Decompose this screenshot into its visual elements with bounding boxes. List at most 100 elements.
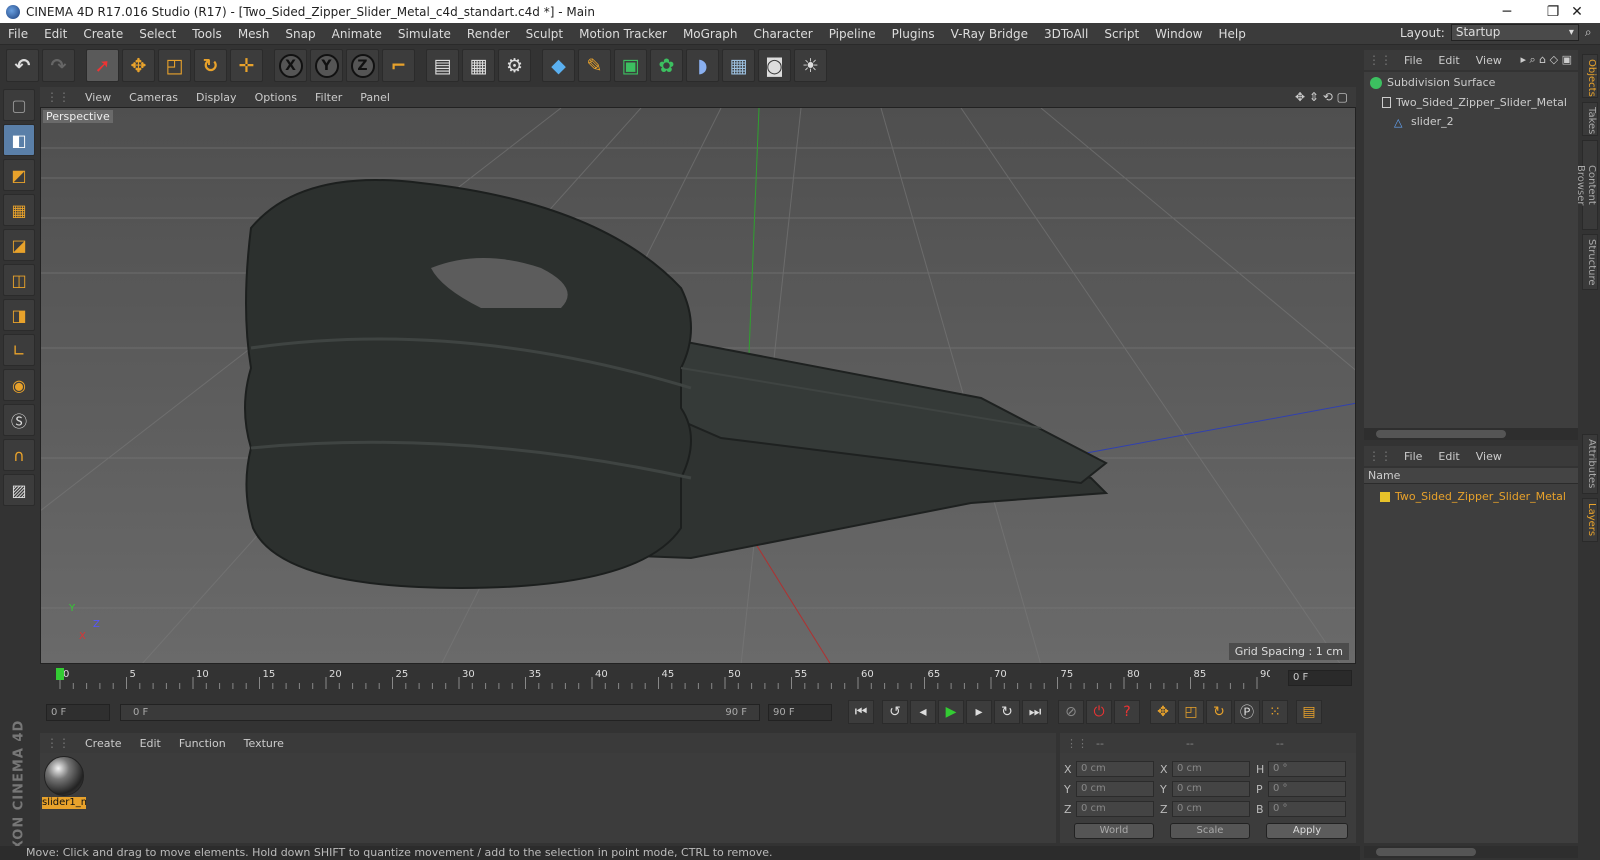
key-pla-icon[interactable]: ⁙ <box>1262 700 1288 724</box>
menu-file[interactable]: File <box>0 27 36 41</box>
tab-attributes[interactable]: Attributes <box>1582 434 1598 494</box>
menu-3dtoall[interactable]: 3DToAll <box>1036 27 1096 41</box>
subdivision-icon[interactable]: ▣ <box>614 49 647 82</box>
menu-animate[interactable]: Animate <box>324 27 390 41</box>
viewport-menu-view[interactable]: View <box>76 91 120 104</box>
light-icon[interactable]: ☀ <box>794 49 827 82</box>
layer-row[interactable]: Two_Sided_Zipper_Slider_Metal <box>1380 490 1566 503</box>
coordinate-system-icon[interactable]: ⌐ <box>382 49 415 82</box>
mouse-tweak-icon[interactable]: ∟ <box>3 334 35 366</box>
viewport-menu-filter[interactable]: Filter <box>306 91 351 104</box>
layout-dropdown[interactable]: Startup <box>1450 24 1579 41</box>
viewport-menu-panel[interactable]: Panel <box>351 91 399 104</box>
record-disabled-icon[interactable]: ⊘ <box>1058 700 1084 724</box>
frame-range-slider[interactable]: 0 F 90 F <box>120 703 760 721</box>
playhead-marker[interactable] <box>56 668 64 680</box>
render-settings-icon[interactable]: ⚙ <box>498 49 531 82</box>
live-select-icon[interactable]: ✛ <box>230 49 263 82</box>
material-swatch[interactable]: slider1_m <box>42 755 86 809</box>
objects-menu-edit[interactable]: Edit <box>1430 54 1467 67</box>
keyframe-selection-icon[interactable]: ? <box>1114 700 1140 724</box>
tab-structure[interactable]: Structure <box>1582 234 1598 290</box>
edges-mode-icon[interactable]: ◪ <box>3 229 35 261</box>
menu-sculpt[interactable]: Sculpt <box>518 27 571 41</box>
layers-menu-file[interactable]: File <box>1396 450 1430 463</box>
play-icon[interactable]: ▶ <box>938 700 964 724</box>
size-x-field[interactable]: 0 cm <box>1172 761 1250 777</box>
start-frame-field[interactable]: 0 F <box>46 703 110 721</box>
material-menu-edit[interactable]: Edit <box>131 737 170 750</box>
layers-menu-view[interactable]: View <box>1468 450 1510 463</box>
magnet-icon[interactable]: Ⓢ <box>3 404 35 436</box>
floor-icon[interactable]: ▦ <box>722 49 755 82</box>
menu-select[interactable]: Select <box>131 27 184 41</box>
pos-y-field[interactable]: 0 cm <box>1076 781 1154 797</box>
menu-vray-bridge[interactable]: V-Ray Bridge <box>943 27 1036 41</box>
points-mode-icon[interactable]: ▦ <box>3 194 35 226</box>
tab-layers[interactable]: Layers <box>1582 498 1598 542</box>
model-mode-icon[interactable]: ▢ <box>3 89 35 121</box>
planar-workplane-icon[interactable]: ▨ <box>3 474 35 506</box>
autokey-icon[interactable]: ⏻ <box>1086 700 1112 724</box>
size-z-field[interactable]: 0 cm <box>1172 801 1250 817</box>
size-y-field[interactable]: 0 cm <box>1172 781 1250 797</box>
y-axis-icon[interactable]: Y <box>310 49 343 82</box>
texture-mode-icon[interactable]: ◧ <box>3 124 35 156</box>
render-view-icon[interactable]: ▤ <box>426 49 459 82</box>
pen-icon[interactable]: ✎ <box>578 49 611 82</box>
menu-snap[interactable]: Snap <box>277 27 323 41</box>
previous-key-icon[interactable]: ↺ <box>882 700 908 724</box>
key-scale-icon[interactable]: ◰ <box>1178 700 1204 724</box>
viewport-menu-display[interactable]: Display <box>187 91 246 104</box>
menu-pipeline[interactable]: Pipeline <box>821 27 884 41</box>
layers-scrollbar[interactable] <box>1364 846 1578 858</box>
snap-s-icon[interactable]: ◉ <box>3 369 35 401</box>
tab-objects[interactable]: Objects <box>1582 54 1598 98</box>
z-axis-icon[interactable]: Z <box>346 49 379 82</box>
menu-render[interactable]: Render <box>459 27 518 41</box>
material-menu-function[interactable]: Function <box>170 737 235 750</box>
deformer-icon[interactable]: ◗ <box>686 49 719 82</box>
rot-p-field[interactable]: 0 ° <box>1268 781 1346 797</box>
menu-motion-tracker[interactable]: Motion Tracker <box>571 27 675 41</box>
render-picture-viewer-icon[interactable]: ▦ <box>462 49 495 82</box>
timeline-ruler[interactable]: 0 5 10 15 20 25 30 35 40 45 50 55 60 65 70 75 80 85 90 0 F <box>40 667 1356 691</box>
menu-character[interactable]: Character <box>745 27 820 41</box>
next-key-icon[interactable]: ↻ <box>994 700 1020 724</box>
workplane-icon[interactable]: ◩ <box>3 159 35 191</box>
next-frame-icon[interactable]: ▸ <box>966 700 992 724</box>
scale-icon[interactable]: ◰ <box>158 49 191 82</box>
menu-window[interactable]: Window <box>1147 27 1210 41</box>
objects-menu-view[interactable]: View <box>1468 54 1510 67</box>
x-axis-icon[interactable]: X <box>274 49 307 82</box>
timeline-window-icon[interactable]: ▤ <box>1296 700 1322 724</box>
layers-name-column[interactable]: Name <box>1364 468 1578 484</box>
camera-icon[interactable]: ◙ <box>758 49 791 82</box>
menu-tools[interactable]: Tools <box>184 27 230 41</box>
polygons-mode-icon[interactable]: ◫ <box>3 264 35 296</box>
menu-create[interactable]: Create <box>75 27 131 41</box>
previous-frame-icon[interactable]: ◂ <box>910 700 936 724</box>
objects-menu-file[interactable]: File <box>1396 54 1430 67</box>
current-frame-field[interactable]: 0 F <box>1288 670 1352 686</box>
apply-button[interactable]: Apply <box>1266 823 1348 839</box>
menu-mograph[interactable]: MoGraph <box>675 27 746 41</box>
locked-workplane-icon[interactable]: ∩ <box>3 439 35 471</box>
objects-toolbar-icons[interactable]: ▸ ⌕ ⌂ ◇ ▣ <box>1520 53 1572 67</box>
tab-takes[interactable]: Takes <box>1582 102 1598 136</box>
rot-h-field[interactable]: 0 ° <box>1268 761 1346 777</box>
viewport-perspective[interactable]: Perspective Y Z X Grid Spacing : 1 cm <box>40 107 1356 664</box>
menu-mesh[interactable]: Mesh <box>230 27 278 41</box>
rot-b-field[interactable]: 0 ° <box>1268 801 1346 817</box>
end-frame-field[interactable]: 90 F <box>768 703 832 721</box>
viewport-nav-icons[interactable]: ✥ ⇕ ⟲ ▢ <box>1295 90 1348 104</box>
object-row[interactable]: Two_Sided_Zipper_Slider_Metal <box>1382 96 1567 109</box>
material-menu-create[interactable]: Create <box>76 737 131 750</box>
go-to-end-icon[interactable]: ⏭ <box>1022 700 1048 724</box>
object-row[interactable]: Subdivision Surface <box>1370 76 1495 89</box>
rotate-icon[interactable]: ↻ <box>194 49 227 82</box>
go-to-start-icon[interactable]: ⏮ <box>848 700 874 724</box>
scale-dropdown[interactable]: Scale <box>1170 823 1250 839</box>
minimize-icon[interactable]: ─ <box>1484 0 1530 23</box>
menu-simulate[interactable]: Simulate <box>390 27 459 41</box>
